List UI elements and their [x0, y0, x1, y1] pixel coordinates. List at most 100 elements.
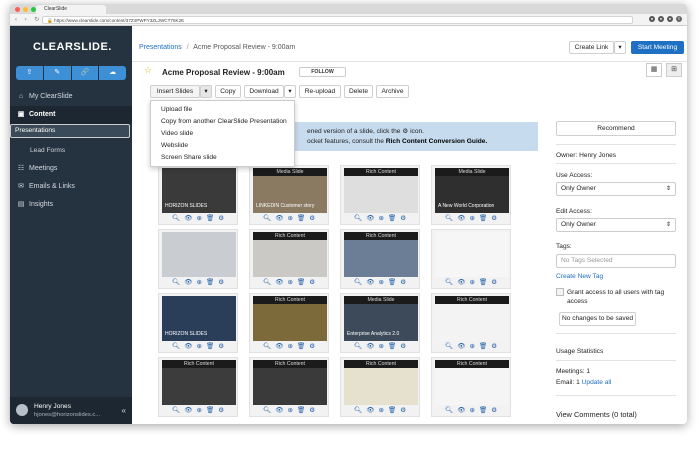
menu-item-webslide[interactable]: Webslide [151, 140, 294, 152]
edit-icon[interactable]: ✎ [43, 66, 71, 80]
slide-thumbnail[interactable]: Media Slide Enterprise Analytics 2.0 [344, 296, 418, 341]
sidebar-subitem-presentations[interactable]: Presentations [10, 124, 130, 138]
eye-icon[interactable]: 👁︎ [275, 406, 283, 414]
slide-thumbnail[interactable]: Rich Content [344, 360, 418, 405]
search-icon[interactable]: 🔍︎ [354, 342, 362, 350]
download-icon[interactable]: ⊕ [196, 278, 201, 286]
gear-icon[interactable]: ⚙ [309, 214, 315, 222]
download-icon[interactable]: ⊕ [196, 214, 201, 222]
slide-card[interactable]: Rich Content 🔍︎ 👁︎ ⊕ 🗑︎ ⚙ [431, 293, 511, 353]
slide-card[interactable]: Media Slide Enterprise Analytics 2.0 🔍︎ 👁︎ ⊕… [340, 293, 420, 353]
gear-icon[interactable]: ⚙ [218, 214, 224, 222]
trash-icon[interactable]: 🗑︎ [479, 278, 487, 286]
trash-icon[interactable]: 🗑︎ [388, 214, 396, 222]
insert-slides-button[interactable]: Insert Slides [150, 85, 200, 98]
cloud-upload-icon[interactable]: ☁ [99, 66, 126, 80]
slide-thumbnail[interactable]: Rich Content [253, 296, 327, 341]
eye-icon[interactable]: 👁︎ [366, 214, 374, 222]
menu-item-upload-file[interactable]: Upload file [151, 104, 294, 116]
extension-icon[interactable]: ● [667, 16, 673, 22]
archive-button[interactable]: Archive [376, 85, 409, 98]
sidebar-subitem-lead-forms[interactable]: Lead Forms [10, 142, 132, 160]
slide-card[interactable]: Rich Content 🔍︎ 👁︎ ⊕ 🗑︎ ⚙ [340, 357, 420, 417]
eye-icon[interactable]: 👁︎ [457, 278, 465, 286]
conversion-guide-link[interactable]: Rich Content Conversion Guide. [386, 138, 487, 145]
download-icon[interactable]: ⊕ [378, 406, 383, 414]
update-all-link[interactable]: Update all [582, 379, 612, 386]
download-icon[interactable]: ⊕ [469, 406, 474, 414]
download-dropdown[interactable]: ▾ [284, 85, 296, 98]
reupload-button[interactable]: Re-upload [299, 85, 341, 98]
gear-icon[interactable]: ⚙ [218, 406, 224, 414]
gear-icon[interactable]: ⚙ [400, 406, 406, 414]
eye-icon[interactable]: 👁︎ [184, 278, 192, 286]
slide-card[interactable]: 🔍︎ 👁︎ ⊕ 🗑︎ ⚙ [158, 229, 238, 289]
search-icon[interactable]: 🔍︎ [445, 406, 453, 414]
menu-item-copy-presentation[interactable]: Copy from another ClearSlide Presentatio… [151, 116, 294, 128]
trash-icon[interactable]: 🗑︎ [479, 342, 487, 350]
slide-card[interactable]: HORIZON SLIDES 🔍︎ 👁︎ ⊕ 🗑︎ ⚙ [158, 293, 238, 353]
grid-view-icon[interactable]: ▦ [646, 63, 662, 77]
menu-item-screen-share[interactable]: Screen Share slide [151, 152, 294, 164]
upload-icon[interactable]: ⇪ [16, 66, 43, 80]
download-icon[interactable]: ⊕ [378, 342, 383, 350]
search-icon[interactable]: 🔍︎ [172, 214, 180, 222]
slide-thumbnail[interactable]: HORIZON SLIDES [162, 296, 236, 341]
url-field[interactable]: 🔒 https://www.clearslide.com/content/37Z… [42, 16, 633, 24]
slide-thumbnail[interactable]: Rich Content [344, 168, 418, 213]
slide-thumbnail[interactable]: Rich Content [435, 360, 509, 405]
slide-thumbnail[interactable]: Media Slide A New World Corporation [435, 168, 509, 213]
slide-thumbnail[interactable]: Rich Content [162, 360, 236, 405]
start-meeting-button[interactable]: Start Meeting [631, 41, 684, 54]
create-new-tag-link[interactable]: Create New Tag [556, 273, 603, 280]
search-icon[interactable]: 🔍︎ [263, 342, 271, 350]
gear-icon[interactable]: ⚙ [491, 214, 497, 222]
save-button[interactable]: No changes to be saved [559, 312, 636, 326]
clearslide-logo[interactable]: CLEARSLIDE. [33, 41, 112, 53]
search-icon[interactable]: 🔍︎ [445, 214, 453, 222]
sidebar-item-emails-links[interactable]: ✉ Emails & Links [10, 178, 132, 196]
extension-icon[interactable]: ● [649, 16, 655, 22]
slide-card[interactable]: Rich Content 🔍︎ 👁︎ ⊕ 🗑︎ ⚙ [249, 229, 329, 289]
view-comments-link[interactable]: View Comments (0 total) [556, 410, 637, 419]
edit-access-select[interactable]: Only Owner ⇕ [556, 218, 676, 232]
browser-tab[interactable]: ClearSlide [36, 5, 106, 14]
slide-thumbnail[interactable]: Rich Content [253, 360, 327, 405]
search-icon[interactable]: 🔍︎ [445, 342, 453, 350]
trash-icon[interactable]: 🗑︎ [388, 278, 396, 286]
slide-card[interactable]: Media Slide A New World Corporation 🔍︎ 👁︎ ⊕ 🗑… [431, 165, 511, 225]
slide-card[interactable]: Rich Content 🔍︎ 👁︎ ⊕ 🗑︎ ⚙ [340, 229, 420, 289]
sidebar-item-content[interactable]: ▣ Content [10, 106, 132, 124]
slide-card[interactable]: Media Slide LINKEDIN Customer story 🔍︎ 👁︎ ⊕ 🗑… [249, 165, 329, 225]
nav-arrows-icon[interactable]: ‹ › ↻ [15, 16, 42, 23]
gear-icon[interactable]: ⚙ [400, 342, 406, 350]
breadcrumb-presentations[interactable]: Presentations [139, 44, 182, 51]
eye-icon[interactable]: 👁︎ [457, 214, 465, 222]
eye-icon[interactable]: 👁︎ [366, 278, 374, 286]
eye-icon[interactable]: 👁︎ [184, 342, 192, 350]
menu-icon[interactable]: ≡ [676, 16, 682, 22]
trash-icon[interactable]: 🗑︎ [206, 278, 214, 286]
minimize-window-icon[interactable] [23, 7, 28, 12]
slide-thumbnail[interactable]: Rich Content [344, 232, 418, 277]
download-icon[interactable]: ⊕ [287, 406, 292, 414]
trash-icon[interactable]: 🗑︎ [479, 406, 487, 414]
grant-access-checkbox[interactable] [556, 288, 564, 296]
collapse-sidebar-icon[interactable]: « [122, 406, 126, 415]
delete-button[interactable]: Delete [344, 85, 373, 98]
close-window-icon[interactable] [15, 7, 20, 12]
gear-icon[interactable]: ⚙ [491, 342, 497, 350]
eye-icon[interactable]: 👁︎ [275, 214, 283, 222]
trash-icon[interactable]: 🗑︎ [206, 406, 214, 414]
trash-icon[interactable]: 🗑︎ [206, 214, 214, 222]
download-icon[interactable]: ⊕ [378, 278, 383, 286]
trash-icon[interactable]: 🗑︎ [297, 342, 305, 350]
link-icon[interactable]: 🔗 [71, 66, 99, 80]
search-icon[interactable]: 🔍︎ [172, 278, 180, 286]
gear-icon[interactable]: ⚙ [309, 342, 315, 350]
slide-card[interactable]: Rich Content 🔍︎ 👁︎ ⊕ 🗑︎ ⚙ [431, 357, 511, 417]
download-icon[interactable]: ⊕ [287, 342, 292, 350]
download-icon[interactable]: ⊕ [196, 342, 201, 350]
search-icon[interactable]: 🔍︎ [354, 406, 362, 414]
search-icon[interactable]: 🔍︎ [445, 278, 453, 286]
